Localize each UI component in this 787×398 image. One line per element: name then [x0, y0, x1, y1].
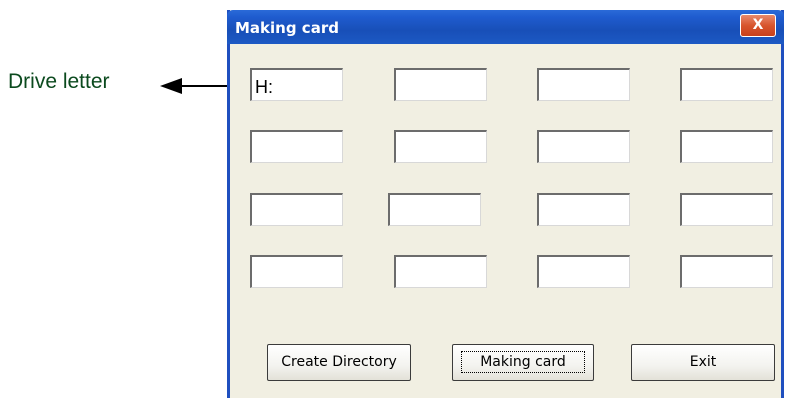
exit-label: Exit: [689, 354, 717, 370]
drive-letter-annotation: Drive letter: [8, 70, 110, 93]
drive-field-10[interactable]: [388, 193, 481, 226]
drive-field-8[interactable]: [680, 130, 773, 163]
create-directory-label: Create Directory: [281, 354, 397, 370]
close-icon: X: [752, 17, 764, 33]
window-title: Making card: [235, 19, 339, 37]
making-card-button[interactable]: Making card: [452, 344, 594, 381]
close-button[interactable]: X: [740, 14, 776, 37]
drive-field-16[interactable]: [680, 255, 773, 288]
drive-field-4[interactable]: [680, 68, 773, 101]
drive-field-15[interactable]: [537, 255, 630, 288]
drive-field-7[interactable]: [537, 130, 630, 163]
drive-field-12[interactable]: [680, 193, 773, 226]
exit-button[interactable]: Exit: [631, 344, 775, 381]
drive-field-13[interactable]: [250, 255, 343, 288]
title-bar[interactable]: Making card X: [227, 10, 784, 44]
drive-field-2[interactable]: [394, 68, 487, 101]
making-card-label: Making card: [461, 351, 585, 373]
drive-field-14[interactable]: [394, 255, 487, 288]
drive-field-5[interactable]: [250, 130, 343, 163]
drive-field-6[interactable]: [394, 130, 487, 163]
drive-field-3[interactable]: [537, 68, 630, 101]
drive-field-9[interactable]: [250, 193, 343, 226]
drive-field-11[interactable]: [537, 193, 630, 226]
drive-field-1[interactable]: H:: [250, 68, 343, 101]
create-directory-button[interactable]: Create Directory: [267, 344, 411, 381]
making-card-window: Making card X H: Create Directory Making…: [227, 10, 784, 398]
